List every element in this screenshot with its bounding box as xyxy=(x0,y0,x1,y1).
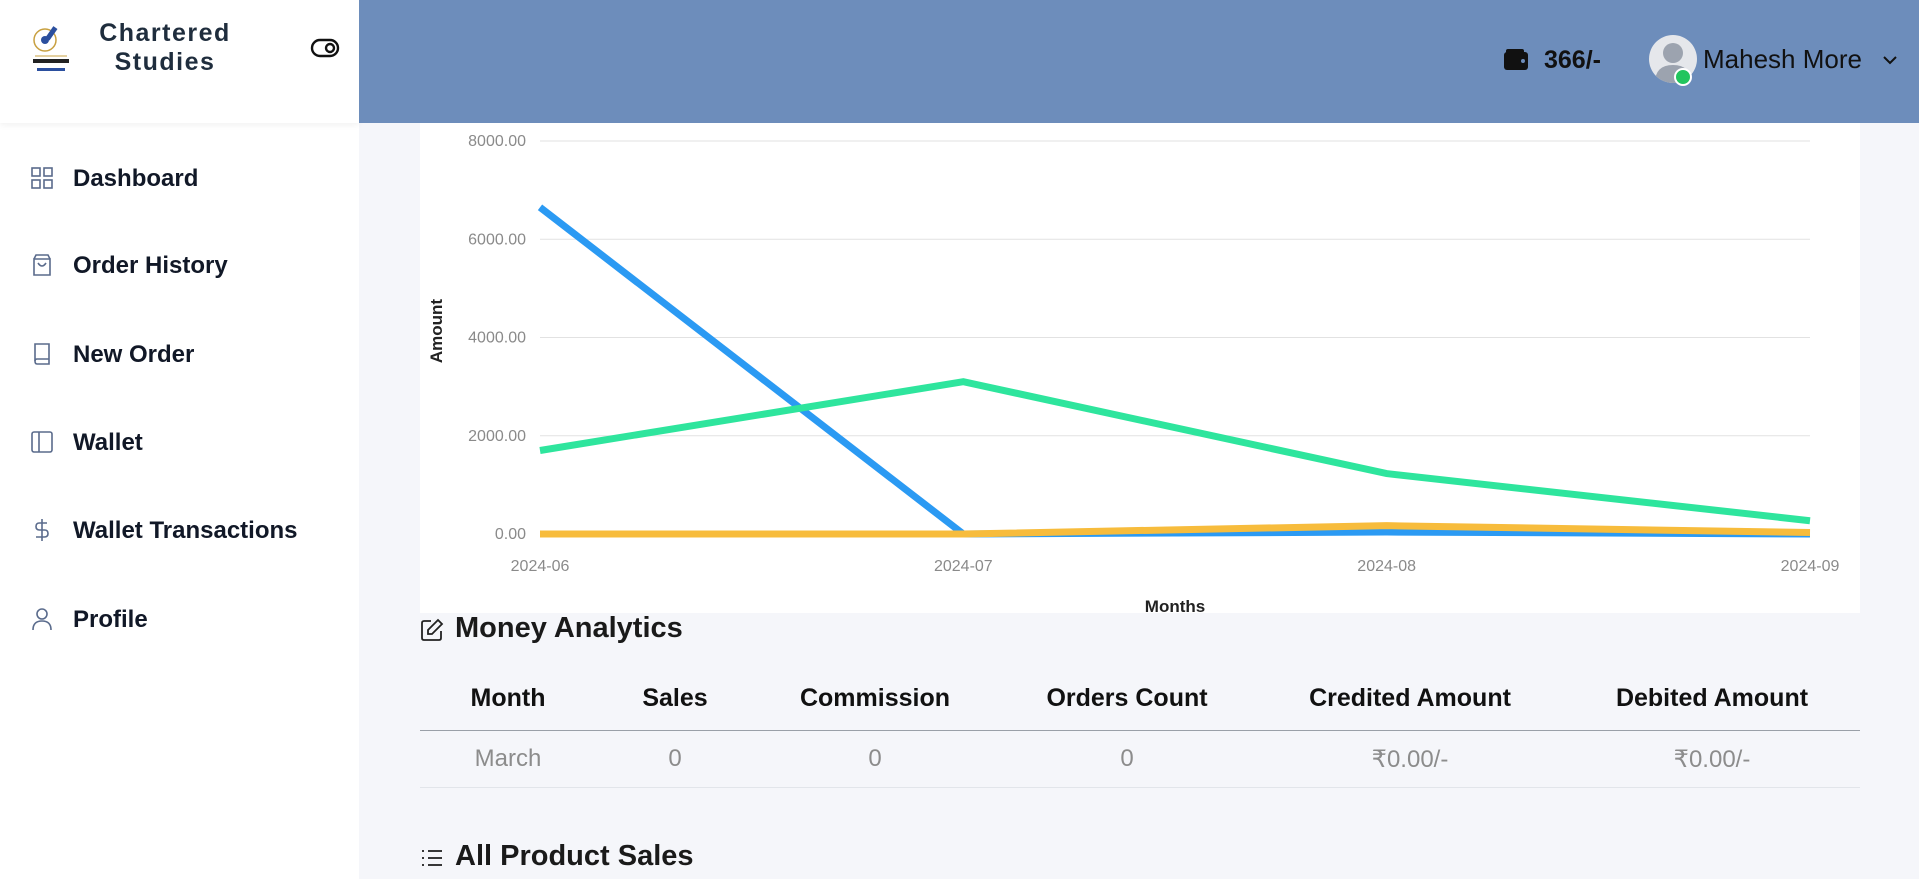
sidebar-item-label: Wallet Transactions xyxy=(73,517,298,544)
grid-icon xyxy=(31,167,53,189)
sidebar-item-label: Order History xyxy=(73,252,228,279)
cell-debited-amount: ₹0.00/- xyxy=(1673,746,1751,773)
column-header-credited-amount: Credited Amount xyxy=(1309,684,1511,712)
brand-name-line2: Studies xyxy=(114,48,216,76)
cell-month: March xyxy=(474,745,542,772)
table-row: March 0 0 0 ₹0.00/- ₹0.00/- xyxy=(420,731,1860,788)
y-tick-label: 0.00 xyxy=(495,526,526,543)
cell-sales: 0 xyxy=(668,745,682,772)
column-header-sales: Sales xyxy=(642,684,708,712)
money-analytics-title: Money Analytics xyxy=(455,612,683,644)
column-header-orders-count: Orders Count xyxy=(1046,684,1208,712)
brand-name-line1: Chartered xyxy=(99,19,231,47)
shopping-bag-icon xyxy=(33,254,51,276)
series-line xyxy=(537,204,1811,538)
brand-name: Chartered Studies xyxy=(92,19,238,77)
sidebar-item-label: Wallet xyxy=(73,429,143,456)
wallet-icon[interactable] xyxy=(1503,49,1529,71)
dollar-icon xyxy=(35,519,49,541)
sidebar-item-wallet[interactable]: Wallet xyxy=(0,416,359,468)
sidebar-item-wallet-transactions[interactable]: Wallet Transactions xyxy=(0,504,359,556)
chevron-down-icon[interactable] xyxy=(1882,52,1898,68)
user-name[interactable]: Mahesh More xyxy=(1703,44,1862,75)
all-product-sales-heading: All Product Sales xyxy=(420,840,820,879)
sidebar-item-dashboard[interactable]: Dashboard xyxy=(0,152,359,204)
column-header-debited-amount: Debited Amount xyxy=(1615,684,1809,712)
column-header-commission: Commission xyxy=(799,684,951,712)
sidebar-item-label: Dashboard xyxy=(73,165,199,192)
x-axis-label: Months xyxy=(1145,597,1205,613)
table-header: Month Sales Commission Orders Count Cred… xyxy=(420,670,1860,731)
brand-header: Chartered Studies xyxy=(0,0,359,123)
online-status-dot xyxy=(1674,68,1692,86)
series-line xyxy=(539,378,1811,525)
sidebar-item-label: Profile xyxy=(73,606,148,633)
y-tick-label: 2000.00 xyxy=(468,428,526,445)
list-icon xyxy=(422,850,442,866)
book-icon xyxy=(34,343,50,365)
y-tick-label: 6000.00 xyxy=(468,231,526,248)
sidebar: Chartered Studies Dashboard Order Histor… xyxy=(0,0,359,879)
user-icon xyxy=(32,608,52,631)
column-header-month: Month xyxy=(470,684,546,712)
sidebar-item-profile[interactable]: Profile xyxy=(0,593,359,645)
x-tick-label: 2024-09 xyxy=(1781,558,1840,575)
money-analytics-heading: Money Analytics xyxy=(420,612,820,652)
y-tick-label: 4000.00 xyxy=(468,330,526,347)
sidebar-item-label: New Order xyxy=(73,341,195,368)
x-tick-label: 2024-07 xyxy=(934,558,993,575)
sidebar-item-new-order[interactable]: New Order xyxy=(0,328,359,380)
sales-line-chart: 0.00 2000.00 4000.00 6000.00 8000.00 2024-06 2… xyxy=(420,123,1860,613)
sidebar-toggle-icon[interactable] xyxy=(310,37,340,59)
edit-icon xyxy=(421,618,444,641)
cell-commission: 0 xyxy=(868,745,882,772)
cell-credited-amount: ₹0.00/- xyxy=(1371,746,1449,773)
wallet-balance[interactable]: 366/- xyxy=(1544,46,1601,75)
sidebar-item-order-history[interactable]: Order History xyxy=(0,239,359,291)
all-product-sales-title: All Product Sales xyxy=(455,840,694,872)
x-tick-label: 2024-06 xyxy=(511,558,570,575)
y-axis-label: Amount xyxy=(427,299,446,364)
chart-canvas: 0.00 2000.00 4000.00 6000.00 8000.00 2024-06 2… xyxy=(427,133,1840,613)
y-tick-label: 8000.00 xyxy=(468,133,526,150)
chartered-studies-logo xyxy=(33,26,69,71)
x-tick-label: 2024-08 xyxy=(1357,558,1416,575)
sidebar-panel-icon xyxy=(31,431,53,453)
series-line xyxy=(540,522,1811,538)
cell-orders-count: 0 xyxy=(1120,745,1134,772)
